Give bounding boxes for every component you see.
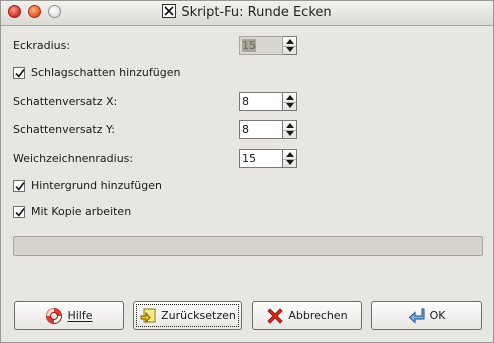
lifebuoy-icon — [45, 307, 63, 325]
eckradius-stepper — [283, 36, 297, 55]
versatz-y-spinbox: 8 — [239, 120, 297, 139]
cancel-button-label: Abbrechen — [288, 309, 348, 322]
progress-bar — [13, 236, 483, 256]
help-button[interactable]: Hilfe — [14, 301, 124, 330]
versatz-y-input[interactable]: 8 — [239, 120, 283, 139]
hintergrund-checkbox-box[interactable] — [13, 180, 25, 192]
versatz-x-stepper — [283, 92, 297, 111]
kopie-checkbox[interactable]: Mit Kopie arbeiten — [13, 205, 131, 219]
eckradius-decrement-button[interactable] — [283, 46, 296, 55]
cancel-button[interactable]: Abbrechen — [252, 301, 362, 330]
checkmark-icon — [15, 69, 25, 78]
kopie-checkbox-box[interactable] — [13, 206, 25, 218]
reset-icon — [139, 307, 157, 325]
hintergrund-checkbox[interactable]: Hintergrund hinzufügen — [13, 179, 162, 193]
reset-button[interactable]: Zurücksetzen — [133, 301, 242, 330]
hintergrund-label: Hintergrund hinzufügen — [31, 179, 162, 192]
help-button-label: Hilfe — [67, 309, 93, 322]
weichzeichnen-decrement-button[interactable] — [283, 159, 296, 168]
eckradius-label: Eckradius: — [13, 39, 71, 52]
schlagschatten-checkbox-box[interactable] — [13, 67, 25, 79]
title-bar[interactable]: Skript-Fu: Runde Ecken — [1, 1, 493, 26]
weichzeichnen-label: Weichzeichnenradius: — [13, 152, 134, 165]
versatz-x-decrement-button[interactable] — [283, 102, 296, 111]
reset-button-label: Zurücksetzen — [161, 309, 236, 322]
dialog-window: Skript-Fu: Runde Ecken Eckradius: 15 Sch… — [0, 0, 494, 343]
versatz-y-label: Schattenversatz Y: — [13, 123, 115, 136]
return-icon — [408, 307, 426, 325]
weichzeichnen-spinbox: 15 — [239, 149, 297, 168]
versatz-y-stepper — [283, 120, 297, 139]
eckradius-input[interactable]: 15 — [239, 36, 283, 55]
ok-button[interactable]: OK — [371, 301, 482, 330]
schlagschatten-label: Schlagschatten hinzufügen — [31, 66, 181, 79]
x11-icon — [162, 4, 177, 18]
versatz-y-decrement-button[interactable] — [283, 130, 296, 139]
window-title-wrap: Skript-Fu: Runde Ecken — [1, 4, 493, 21]
cancel-icon — [266, 307, 284, 325]
ok-button-label: OK — [429, 309, 446, 322]
versatz-x-spinbox: 8 — [239, 92, 297, 111]
checkmark-icon — [15, 182, 25, 191]
checkmark-icon — [15, 208, 25, 217]
window-title: Skript-Fu: Runde Ecken — [181, 5, 332, 20]
versatz-x-input[interactable]: 8 — [239, 92, 283, 111]
weichzeichnen-stepper — [283, 149, 297, 168]
schlagschatten-checkbox[interactable]: Schlagschatten hinzufügen — [13, 66, 180, 80]
eckradius-value: 15 — [242, 39, 256, 52]
kopie-label: Mit Kopie arbeiten — [31, 205, 132, 218]
weichzeichnen-input[interactable]: 15 — [239, 149, 283, 168]
eckradius-spinbox: 15 — [239, 36, 297, 55]
versatz-x-label: Schattenversatz X: — [13, 95, 118, 108]
